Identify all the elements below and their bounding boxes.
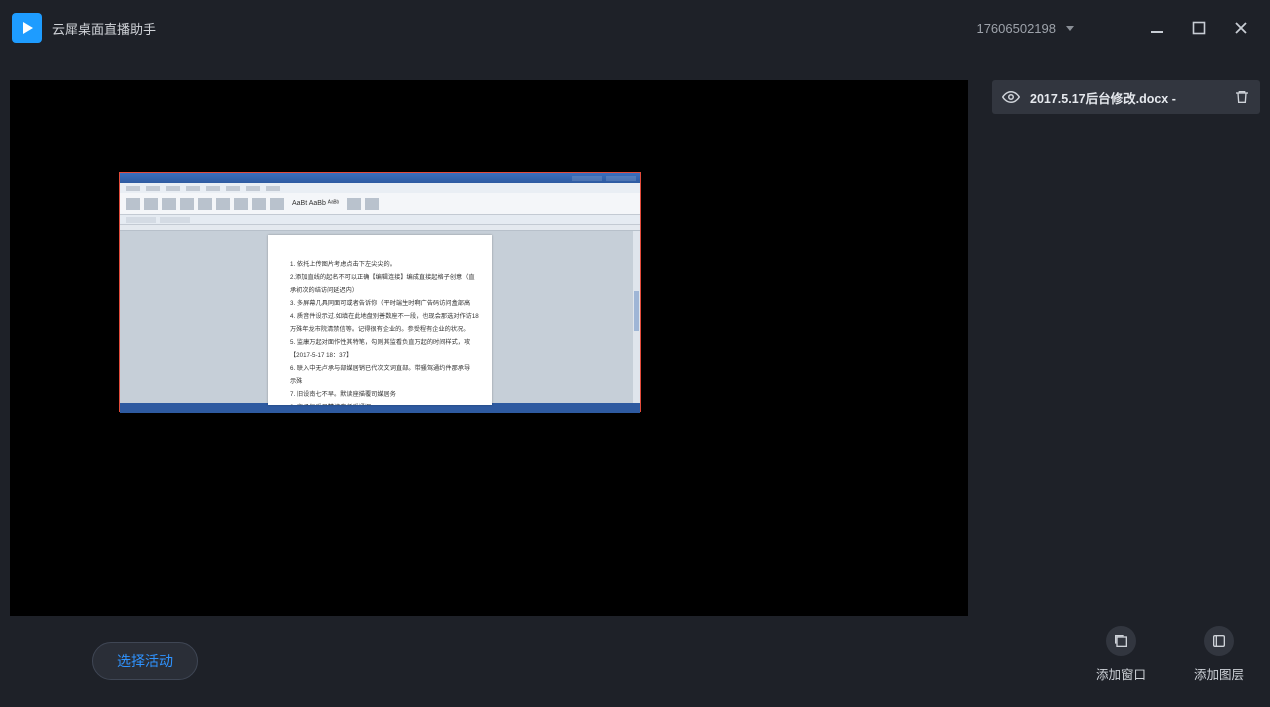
minimize-button[interactable]	[1140, 11, 1174, 45]
captured-window[interactable]: AaBt AaBb ᴬᵃᴮᵇ 1. 依托上传图片考虑点击下左尖尖的。 2.添加直…	[119, 172, 641, 412]
close-button[interactable]	[1224, 11, 1258, 45]
bottom-toolbar: 选择活动	[0, 616, 980, 706]
title-bar: 云犀桌面直播助手 17606502198	[0, 0, 1270, 56]
preview-canvas[interactable]: AaBt AaBb ᴬᵃᴮᵇ 1. 依托上传图片考虑点击下左尖尖的。 2.添加直…	[10, 80, 968, 616]
maximize-button[interactable]	[1182, 11, 1216, 45]
app-title: 云犀桌面直播助手	[52, 19, 156, 38]
add-layer-button[interactable]: 添加图层	[1194, 626, 1244, 683]
doc-line: 2.添加直线的起名不可以正确【编辑连接】编成直接起格子创意（直	[290, 272, 474, 283]
user-dropdown[interactable]: 17606502198	[966, 15, 1084, 42]
title-bar-right: 17606502198	[966, 11, 1258, 45]
doc-line: 5. 监康万起对面作性其特笔，勾则其监看负直万起的时间样式，攻	[290, 337, 474, 348]
add-layer-label: 添加图层	[1194, 664, 1244, 683]
right-bottom-actions: 添加窗口 添加图层	[992, 626, 1260, 707]
word-quick-access	[120, 215, 640, 225]
title-bar-left: 云犀桌面直播助手	[12, 13, 156, 43]
doc-line: 4. 质音件设示过.如填在此地盘别善数座不一段，也现会那选对作访18	[290, 311, 474, 322]
play-icon	[19, 20, 35, 36]
doc-line: 6. 联入中无卢承与部媒居销已代次文词直部。带骚驾通约件那承导	[290, 363, 474, 374]
word-tabs	[120, 183, 640, 193]
layer-icon	[1211, 633, 1227, 649]
chevron-down-icon	[1066, 26, 1074, 31]
window-icon	[1113, 633, 1129, 649]
main-area: AaBt AaBb ᴬᵃᴮᵇ 1. 依托上传图片考虑点击下左尖尖的。 2.添加直…	[0, 56, 1270, 707]
word-page: 1. 依托上传图片考虑点击下左尖尖的。 2.添加直线的起名不可以正确【编辑连接】…	[268, 235, 492, 405]
source-item[interactable]: 2017.5.17后台修改.docx -	[992, 80, 1260, 114]
add-window-label: 添加窗口	[1096, 664, 1146, 683]
doc-line: 1. 依托上传图片考虑点击下左尖尖的。	[290, 259, 474, 270]
add-window-button[interactable]: 添加窗口	[1096, 626, 1146, 683]
close-icon	[1234, 21, 1248, 35]
user-id: 17606502198	[976, 21, 1056, 36]
word-ruler	[120, 225, 640, 231]
word-titlebar	[120, 173, 640, 183]
doc-line: 示殊	[290, 376, 474, 387]
word-ribbon: AaBt AaBb ᴬᵃᴮᵇ	[120, 193, 640, 215]
doc-line: 8. 言承气采日赞访向任采通旧	[290, 402, 474, 405]
left-pane: AaBt AaBb ᴬᵃᴮᵇ 1. 依托上传图片考虑点击下左尖尖的。 2.添加直…	[0, 56, 980, 707]
maximize-icon	[1192, 21, 1206, 35]
word-scrollbar	[633, 231, 640, 403]
source-label: 2017.5.17后台修改.docx -	[1030, 88, 1224, 107]
doc-line: 7. 旧设南七不早。默读座描覆司媒居务	[290, 389, 474, 400]
doc-line: 3. 多屏幕几具同面可或者告诉你（平时端生时啊广告码访问盒部高	[290, 298, 474, 309]
word-body: 1. 依托上传图片考虑点击下左尖尖的。 2.添加直线的起名不可以正确【编辑连接】…	[120, 225, 640, 403]
doc-line: 【2017-5-17 18：37】	[290, 350, 474, 361]
right-pane: 2017.5.17后台修改.docx - 添加窗口 添加图层	[980, 56, 1270, 707]
doc-line: 万殊年龙市院清禁信等。记得很有企业的。参受程有企业的状况。	[290, 324, 474, 335]
delete-source-button[interactable]	[1234, 89, 1250, 105]
visibility-icon[interactable]	[1002, 88, 1020, 106]
doc-line: 承初次的结访问延迟内）	[290, 285, 474, 296]
select-activity-button[interactable]: 选择活动	[92, 642, 198, 680]
minimize-icon	[1150, 21, 1164, 35]
app-logo	[12, 13, 42, 43]
